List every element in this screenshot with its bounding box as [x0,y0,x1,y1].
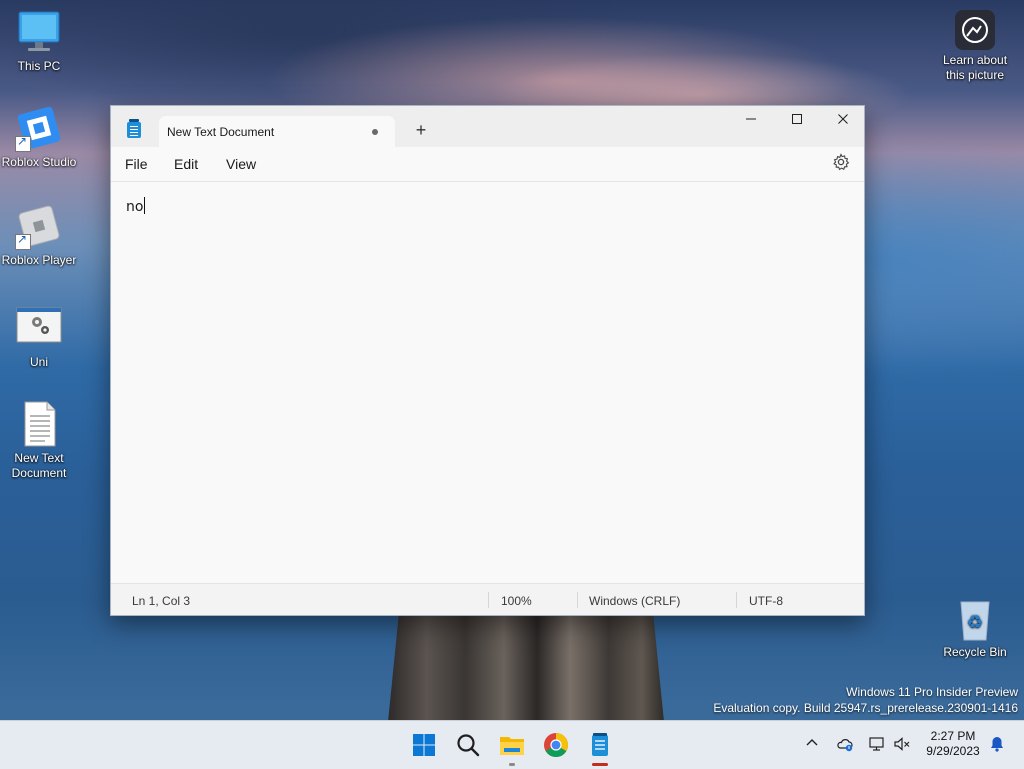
notepad-icon [592,733,608,756]
roblox-studio-icon [15,104,63,152]
desktop-icon-label: Uni [29,355,48,369]
watermark-build: Evaluation copy. Build 25947.rs_prerelea… [713,701,1018,715]
minimize-icon [746,118,756,120]
text-file-icon [15,400,63,448]
title-bar[interactable]: New Text Document + [111,106,864,147]
learn-about-picture[interactable]: Learn about this picture [936,10,1014,83]
desktop-icon-uni[interactable]: Uni [0,304,78,370]
windows-watermark: Windows 11 Pro Insider Preview Evaluatio… [713,684,1018,716]
chrome-button[interactable] [540,729,572,761]
settings-window-icon [15,304,63,352]
desktop-icon-label: New Text Document [11,451,67,480]
editor-text: no [126,199,144,215]
shortcut-arrow-icon [15,134,31,152]
text-editor[interactable]: no [111,182,864,585]
status-encoding[interactable]: UTF-8 [749,594,783,608]
maximize-icon [792,114,802,124]
camera-info-icon [955,10,995,50]
wallpaper-pier [388,612,664,722]
status-bar: Ln 1, Col 3 100% Windows (CRLF) UTF-8 [111,583,864,615]
active-indicator [592,763,608,766]
monitor-icon [15,8,63,56]
recycle-bin-icon: ♻ [951,594,999,642]
gear-icon [833,153,850,171]
desktop-icon-label: Roblox Player [1,253,77,267]
minimize-button[interactable] [728,106,774,136]
onedrive-status-button[interactable] [836,735,854,756]
menu-edit[interactable]: Edit [174,156,198,172]
menu-bar: File Edit View [111,147,864,182]
tab-new-text-document[interactable]: New Text Document [159,116,395,147]
start-icon [413,734,435,756]
menu-file[interactable]: File [125,156,148,172]
bell-icon [991,737,1003,752]
chevron-up-icon [806,739,818,746]
desktop-icon-new-text-document[interactable]: New Text Document [0,400,78,481]
notifications-button[interactable] [988,735,1006,756]
desktop-icon-roblox-studio[interactable]: Roblox Studio [0,104,78,170]
desktop-icon-this-pc[interactable]: This PC [0,8,78,74]
desktop-icon-label: This PC [17,59,61,73]
shortcut-arrow-icon [15,232,31,250]
learn-about-label: Learn about this picture [942,53,1008,82]
file-explorer-icon [500,737,524,755]
clock-time: 2:27 PM [930,729,976,743]
status-line-ending[interactable]: Windows (CRLF) [589,594,680,608]
roblox-player-icon [15,202,63,250]
volume-button[interactable] [893,735,911,756]
notepad-app-icon [127,119,141,138]
status-cursor-position: Ln 1, Col 3 [132,594,191,608]
status-divider [488,592,489,608]
running-indicator [509,763,515,766]
tab-title: New Text Document [167,125,275,139]
search-button[interactable] [452,729,484,761]
desktop-icon-label: Recycle Bin [943,645,1007,659]
show-hidden-icons-button[interactable] [804,735,820,754]
volume-muted-icon [894,737,910,751]
file-explorer-button[interactable] [496,729,528,766]
close-button[interactable] [820,106,866,136]
network-button[interactable] [868,735,886,756]
cloud-info-icon [837,739,853,752]
status-divider [736,592,737,608]
new-tab-button[interactable]: + [407,118,435,142]
text-caret [144,197,146,214]
maximize-button[interactable] [774,106,820,136]
editor-content[interactable]: no [126,197,146,215]
menu-view[interactable]: View [226,156,256,172]
status-zoom[interactable]: 100% [501,594,532,608]
close-icon [838,114,848,124]
clock-date: 9/29/2023 [926,744,980,758]
desktop-icon-recycle-bin[interactable]: ♻ Recycle Bin [936,594,1014,660]
notepad-taskbar-button[interactable] [584,729,616,766]
desktop-icon-roblox-player[interactable]: Roblox Player [0,202,78,268]
start-button[interactable] [408,729,440,761]
search-icon [457,734,480,757]
desktop-icon-label: Roblox Studio [1,155,77,169]
status-divider [577,592,578,608]
network-icon [869,737,884,751]
watermark-edition: Windows 11 Pro Insider Preview [846,685,1018,699]
chrome-icon [544,733,569,758]
notepad-window: New Text Document + File Edit View no Ln… [110,105,865,616]
taskbar: 2:27 PM 9/29/2023 [0,720,1024,769]
svg-text:♻: ♻ [967,612,983,633]
unsaved-dot-icon[interactable] [372,129,378,135]
clock[interactable]: 2:27 PM 9/29/2023 [918,729,988,759]
settings-button[interactable] [830,153,852,175]
